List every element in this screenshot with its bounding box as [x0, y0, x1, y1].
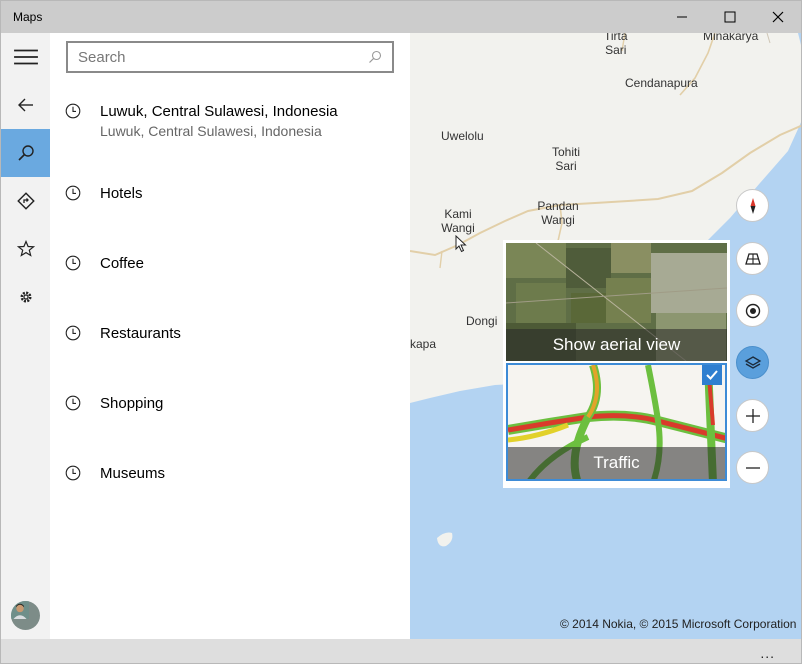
user-avatar[interactable] — [11, 601, 40, 630]
search-panel: Luwuk, Central Sulawesi, Indonesia Luwuk… — [50, 33, 410, 639]
search-input[interactable] — [68, 43, 358, 71]
recent-item-title: Shopping — [100, 395, 164, 412]
maps-window: Maps Search Luwuk, Central Sulawesi, Ind… — [0, 0, 802, 664]
minus-icon — [745, 466, 760, 469]
recent-item-luwuk[interactable]: Luwuk, Central Sulawesi, Indonesia Luwuk… — [50, 103, 410, 145]
map-layers-flyout: Show aerial view Traffic — [503, 240, 730, 488]
minimize-button[interactable] — [659, 1, 705, 33]
traffic-option[interactable]: Traffic — [506, 363, 727, 481]
recent-item-hotels[interactable]: Hotels — [50, 185, 410, 209]
layers-icon — [744, 355, 761, 369]
traffic-checkbox[interactable] — [702, 365, 722, 385]
map-copyright: © 2014 Nokia, © 2015 Microsoft Corporati… — [560, 617, 797, 631]
close-icon — [772, 11, 784, 23]
back-button[interactable] — [1, 81, 50, 129]
search-icon — [17, 145, 34, 161]
bottom-app-bar: ... — [1, 639, 801, 663]
compass-button[interactable] — [736, 189, 769, 222]
map-label-uwelolu: Uwelolu — [441, 129, 484, 143]
recent-item-title: Coffee — [100, 255, 144, 272]
zoom-out-button[interactable] — [736, 451, 769, 484]
compass-icon — [750, 197, 755, 214]
map-layers-button[interactable] — [736, 346, 769, 379]
tilt-button[interactable] — [736, 242, 769, 275]
recent-item-coffee[interactable]: Coffee — [50, 255, 410, 279]
recent-item-shopping[interactable]: Shopping — [50, 395, 410, 419]
minimize-icon — [677, 16, 687, 18]
mouse-cursor-icon — [455, 235, 467, 253]
map-label-minakarya: Minakarya — [703, 33, 759, 43]
recent-item-title: Hotels — [100, 185, 143, 202]
map-label-dongi: Dongi — [466, 314, 498, 328]
gear-icon — [20, 291, 31, 303]
directions-nav-button[interactable] — [1, 177, 50, 225]
avatar-image — [11, 601, 29, 619]
back-arrow-icon — [17, 98, 33, 112]
settings-nav-button[interactable] — [1, 273, 50, 321]
clock-icon — [65, 395, 81, 411]
maximize-button[interactable] — [707, 1, 753, 33]
hamburger-icon — [13, 49, 38, 65]
maximize-icon — [724, 11, 736, 23]
window-title: Maps — [13, 10, 43, 24]
locate-me-button[interactable] — [736, 294, 769, 327]
clock-icon — [65, 185, 81, 201]
aerial-view-caption: Show aerial view — [506, 329, 727, 361]
tilt-icon — [744, 252, 761, 265]
clock-icon — [65, 103, 81, 119]
clock-icon — [65, 255, 81, 271]
map-label-pandan-wangi: Pandan Wangi — [537, 199, 579, 227]
map-label-kapa: kapa — [410, 337, 437, 351]
location-target-icon — [745, 303, 760, 318]
recent-item-museums[interactable]: Museums — [50, 465, 410, 489]
recent-item-title: Museums — [100, 465, 166, 482]
checkmark-icon — [706, 370, 718, 380]
more-options-button[interactable]: ... — [760, 645, 775, 661]
map-label-kami-wangi: Kami Wangi — [441, 207, 475, 235]
recent-item-title: Luwuk, Central Sulawesi, Indonesia — [100, 103, 338, 120]
zoom-in-button[interactable] — [736, 399, 769, 432]
recent-item-restaurants[interactable]: Restaurants — [50, 325, 410, 349]
clock-icon — [65, 465, 81, 481]
star-icon — [16, 240, 35, 257]
map-label-tohiti-sari: Tohiti Sari — [551, 145, 580, 173]
search-box — [66, 41, 394, 73]
title-bar: Maps — [1, 1, 801, 33]
favorites-nav-button[interactable] — [1, 225, 50, 273]
traffic-caption: Traffic — [508, 447, 725, 479]
recent-item-subtitle: Luwuk, Central Sulawesi, Indonesia — [100, 123, 322, 139]
map-label-cendanapura: Cendanapura — [625, 76, 698, 90]
map-label-tirta-sari: Tirta Sari — [604, 33, 628, 57]
search-icon[interactable] — [368, 50, 382, 64]
clock-icon — [65, 325, 81, 341]
plus-icon — [745, 408, 760, 423]
hamburger-menu-button[interactable] — [1, 33, 50, 81]
directions-icon — [16, 192, 35, 210]
search-nav-button[interactable] — [1, 129, 50, 177]
navigation-rail — [1, 33, 50, 639]
recent-item-title: Restaurants — [100, 325, 181, 342]
aerial-view-option[interactable]: Show aerial view — [506, 243, 727, 361]
map-canvas[interactable]: Tirta Sari Minakarya Cendanapura Uwelolu … — [410, 33, 801, 639]
close-button[interactable] — [755, 1, 801, 33]
